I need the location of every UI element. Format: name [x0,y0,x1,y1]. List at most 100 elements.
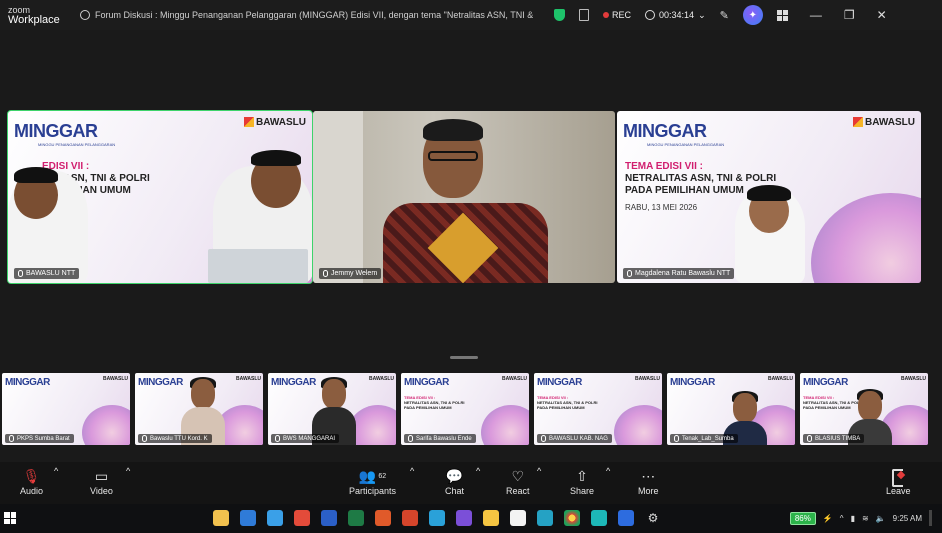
video-label: Video [90,486,113,496]
wifi-icon[interactable]: ≋ [862,514,869,523]
restore-icon[interactable]: ❐ [844,8,855,22]
strip-tile-4[interactable]: MINGGAR BAWASLU TEMA EDISI VII : NETRALIT… [401,373,529,445]
participants-count: 62 [378,472,387,480]
close-icon[interactable]: ✕ [877,8,887,22]
more-icon: ⋯ [641,467,656,484]
video-tile-bawaslu-ntt[interactable]: MINGGAR MINGGU PENANGANAN PELANGGARAN BA… [7,110,313,284]
rec-label: REC [612,10,632,20]
chrome-icon[interactable] [564,510,580,526]
participants-options-caret[interactable]: ^ [410,466,414,476]
resize-handle[interactable] [450,356,478,359]
logo-text-workplace: Workplace [8,14,60,26]
minggar-logo: MINGGAR [803,377,848,388]
participant-name-tag: Jemmy Welem [319,268,382,279]
windows-start-icon[interactable] [4,512,16,524]
info-icon[interactable] [80,10,90,20]
record-dot-icon [603,12,609,18]
video-tile-jemmy-welem[interactable]: Jemmy Welem [313,111,615,283]
excel-icon[interactable] [348,510,364,526]
strip-tile-2[interactable]: MINGGAR BAWASLU Bawaslu TTU Kord. K [135,373,263,445]
telegram-icon[interactable] [429,510,445,526]
meeting-info[interactable]: Forum Diskusi : Minggu Penanganan Pelang… [80,10,540,20]
strip-tile-7[interactable]: MINGGAR BAWASLU TEMA EDISI VII : NETRALIT… [800,373,928,445]
strip-tile-5[interactable]: MINGGAR BAWASLU TEMA EDISI VII : NETRALIT… [534,373,662,445]
notes-icon[interactable] [579,9,589,21]
view-grid-icon[interactable] [776,9,788,21]
participants-button[interactable]: 👥 62 Participants [349,466,397,497]
tray-battery-icon[interactable]: ▮ [851,514,855,523]
video-options-caret[interactable]: ^ [126,466,130,476]
audio-options-caret[interactable]: ^ [54,466,58,476]
audio-button[interactable]: 🎙 Audio [20,466,43,497]
leave-button[interactable]: Leave [886,466,911,496]
app-icon-red[interactable] [294,510,310,526]
bawaslu-logo: BAWASLU [901,376,926,382]
strip-tile-1[interactable]: MINGGAR BAWASLU PKPS Sumba Barat [2,373,130,445]
acrobat-icon[interactable] [402,510,418,526]
video-button[interactable]: ▭ Video [90,466,113,497]
app-icon-teal[interactable] [537,510,553,526]
app-icon-cyan[interactable] [591,510,607,526]
zoom-taskbar-icon[interactable] [618,510,634,526]
share-button[interactable]: ⇧ Share [570,466,594,497]
participant-name-tag: BLASIUS TIMBA [803,434,865,443]
chat-button[interactable]: 💬 Chat [445,466,464,497]
participant-name-tag: Sarifa Bawaslu Ende [404,434,476,443]
clock-icon [645,10,656,20]
bawaslu-logo: BAWASLU [768,376,793,382]
participant-name-tag: BWS MANGGARAI [271,434,340,443]
mic-icon [9,435,14,442]
minggar-logo: MINGGAR [623,121,707,141]
react-button[interactable]: ♡ React [506,466,530,497]
meeting-toolbar: 🎙 Audio ^ ▭ Video ^ 👥 62 Participants ^ 💬… [0,462,942,504]
edge-icon[interactable] [267,510,283,526]
annotate-pen-icon[interactable]: ✎ [720,9,729,22]
battery-indicator[interactable]: 86% [789,511,816,525]
mic-icon [275,435,280,442]
recording-indicator[interactable]: REC [603,10,631,20]
react-options-caret[interactable]: ^ [537,466,541,476]
mic-icon [142,435,147,442]
minimize-icon[interactable]: — [810,8,822,22]
minggar-logo: MINGGAR [138,377,183,388]
mic-muted-icon: 🎙 [22,467,41,484]
powerpoint-icon[interactable] [375,510,391,526]
video-tile-magdalena[interactable]: MINGGAR MINGGU PENANGANAN PELANGGARAN BA… [617,111,921,283]
video-area: MINGGAR MINGGU PENANGANAN PELANGGARAN BA… [0,30,942,462]
settings-gear-icon[interactable]: ⚙ [645,510,661,526]
participant-glasses [428,151,478,161]
sticky-notes-icon[interactable] [483,510,499,526]
clock-time[interactable]: 9:25 AM [893,514,922,523]
store-icon[interactable] [240,510,256,526]
encryption-shield-icon[interactable] [554,9,565,21]
participants-label: Participants [349,486,397,496]
ai-companion-icon[interactable]: ✦ [742,5,763,25]
bawaslu-logo: BAWASLU [103,376,128,382]
strip-tile-6[interactable]: MINGGAR BAWASLU Tenak_Lab_Sumba [667,373,795,445]
meeting-timer[interactable]: 00:34:14 ⌄ [645,10,706,21]
leave-label: Leave [886,486,911,496]
participant-shirt [383,203,548,283]
more-label: More [638,486,659,496]
show-desktop-button[interactable] [929,510,932,526]
slide-theme: TEMA EDISI VII : NETRALITAS ASN, TNI & PO… [537,395,598,410]
word-icon[interactable] [321,510,337,526]
notepad-icon[interactable] [510,510,526,526]
participant-hair [423,119,483,141]
minggar-logo: MINGGAR [537,377,582,388]
visual-studio-icon[interactable] [456,510,472,526]
react-label: React [506,486,530,496]
volume-icon[interactable]: 🔈 [876,514,886,523]
participant-name-tag: Bawaslu TTU Kord. K [138,434,212,443]
chevron-up-icon[interactable]: ^ [840,514,844,523]
more-button[interactable]: ⋯ More [638,466,659,497]
chat-options-caret[interactable]: ^ [476,466,480,476]
file-explorer-icon[interactable] [213,510,229,526]
participants-icon: 👥 62 [358,467,387,484]
strip-tile-3[interactable]: MINGGAR BAWASLU BWS MANGGARAI [268,373,396,445]
heart-icon: ♡ [511,467,525,484]
bawaslu-logo: BAWASLU [236,376,261,382]
minggar-subtitle: MINGGU PENANGANAN PELANGGARAN [38,142,116,147]
share-options-caret[interactable]: ^ [606,466,610,476]
wall-light [313,111,363,283]
